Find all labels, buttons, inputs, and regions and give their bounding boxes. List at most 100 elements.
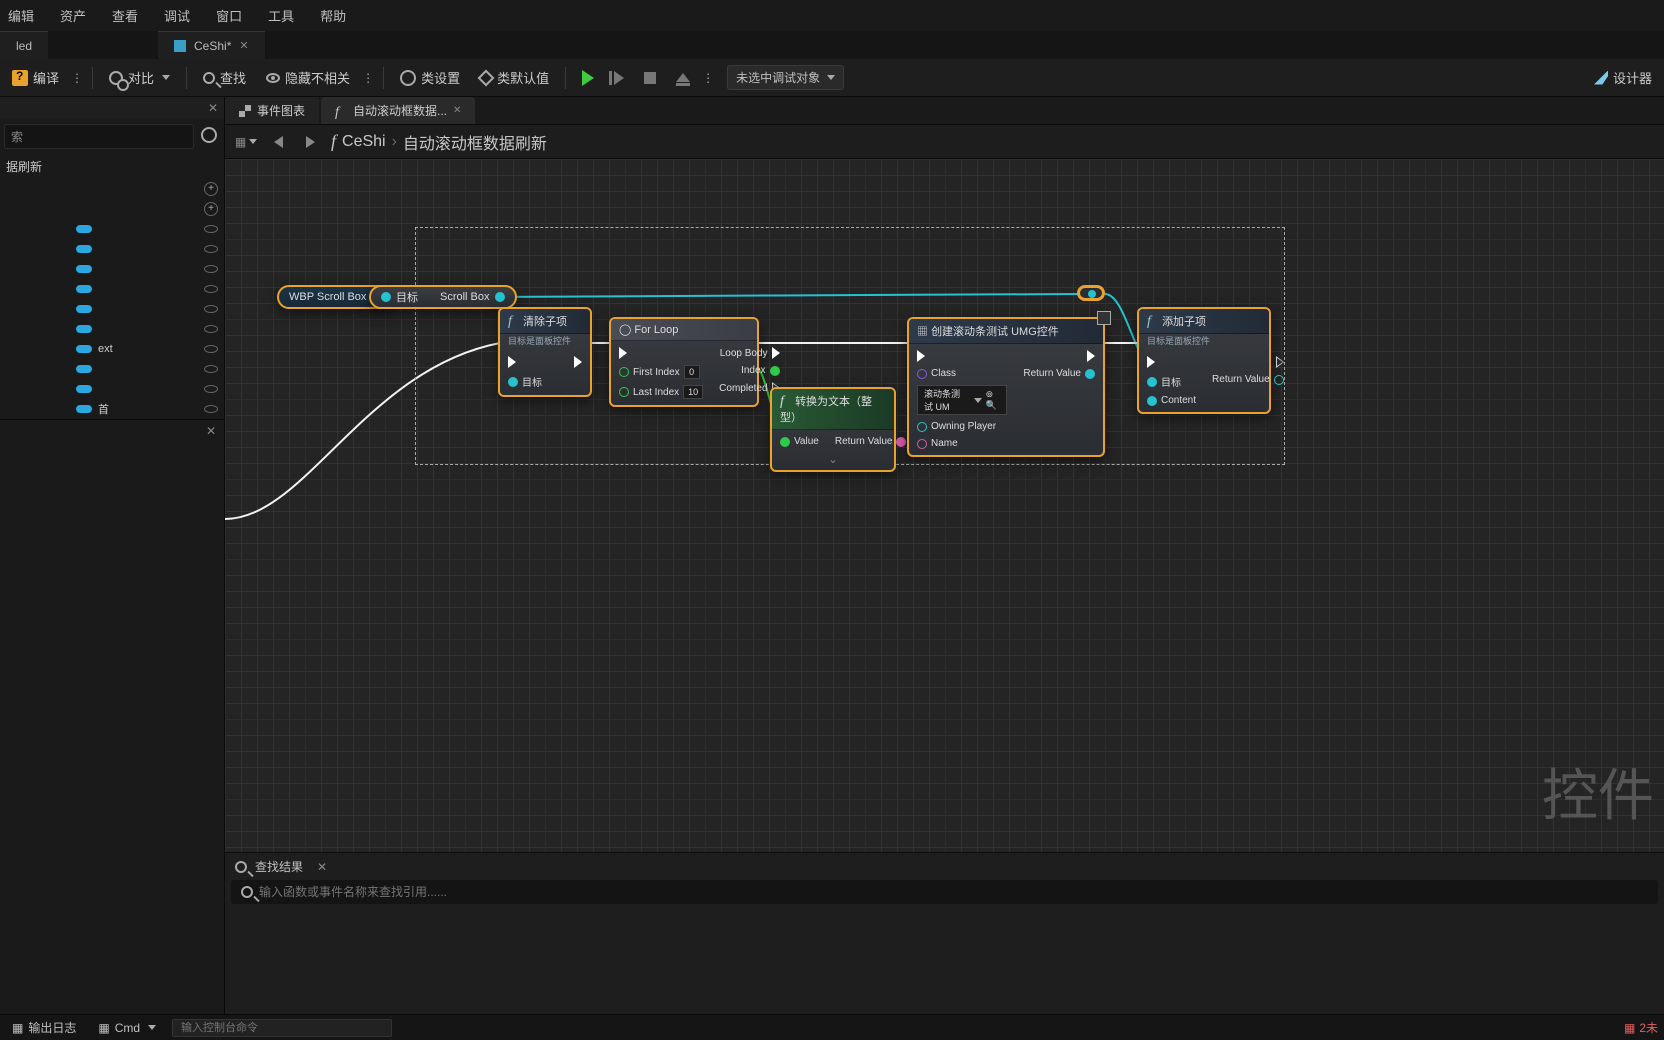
breadcrumb-function[interactable]: 自动滚动框数据刷新 bbox=[403, 130, 547, 154]
visibility-icon[interactable] bbox=[204, 225, 218, 233]
step-button[interactable] bbox=[606, 67, 632, 89]
find-button[interactable]: 查找 bbox=[195, 64, 254, 91]
exec-out-pin[interactable] bbox=[1087, 350, 1095, 362]
variable-row[interactable]: 首 bbox=[0, 399, 224, 419]
debug-target-dropdown[interactable]: 未选中调试对象 bbox=[727, 65, 844, 90]
unsaved-count[interactable]: ▦ 2未 bbox=[1624, 1019, 1658, 1036]
menu-asset[interactable]: 资产 bbox=[58, 4, 88, 27]
exec-in-pin[interactable] bbox=[917, 350, 925, 362]
console-input[interactable] bbox=[172, 1019, 392, 1037]
menu-debug[interactable]: 调试 bbox=[162, 4, 192, 27]
visibility-icon[interactable] bbox=[204, 265, 218, 273]
output-pin[interactable] bbox=[1274, 375, 1284, 385]
exec-in-pin[interactable] bbox=[508, 356, 516, 368]
visibility-icon[interactable] bbox=[204, 305, 218, 313]
add-icon[interactable]: + bbox=[204, 202, 218, 216]
visibility-icon[interactable] bbox=[204, 345, 218, 353]
nav-forward-button[interactable] bbox=[299, 131, 321, 153]
eject-button[interactable] bbox=[668, 69, 698, 86]
search-settings-button[interactable] bbox=[198, 124, 220, 146]
variable-row[interactable] bbox=[0, 319, 224, 339]
visibility-icon[interactable] bbox=[204, 325, 218, 333]
add-icon[interactable]: + bbox=[204, 182, 218, 196]
input-pin[interactable] bbox=[508, 377, 518, 387]
input-pin[interactable] bbox=[1147, 377, 1157, 387]
exec-out-pin[interactable] bbox=[574, 356, 582, 368]
visibility-icon[interactable] bbox=[204, 285, 218, 293]
play-options-button[interactable]: ⋮ bbox=[702, 71, 715, 85]
menu-window[interactable]: 窗口 bbox=[214, 4, 244, 27]
input-pin[interactable] bbox=[917, 422, 927, 432]
variable-row[interactable] bbox=[0, 219, 224, 239]
exec-in-pin[interactable] bbox=[619, 347, 627, 359]
output-log-button[interactable]: ▦ 输出日志 bbox=[6, 1017, 82, 1038]
exec-out-pin[interactable] bbox=[772, 347, 780, 359]
close-panel-icon[interactable]: ✕ bbox=[317, 860, 327, 874]
variable-row[interactable] bbox=[0, 259, 224, 279]
output-pin[interactable] bbox=[896, 437, 906, 447]
compile-button[interactable]: 编译 bbox=[4, 64, 67, 91]
reroute-node[interactable] bbox=[1077, 285, 1105, 301]
close-tab-icon[interactable]: ✕ bbox=[239, 39, 248, 52]
input-pin[interactable] bbox=[917, 369, 927, 379]
class-defaults-button[interactable]: 类默认值 bbox=[472, 64, 557, 91]
variable-row[interactable] bbox=[0, 359, 224, 379]
cmd-dropdown[interactable]: ▦ Cmd bbox=[92, 1019, 162, 1037]
stop-button[interactable] bbox=[636, 68, 664, 88]
visibility-icon[interactable] bbox=[204, 245, 218, 253]
menu-view[interactable]: 查看 bbox=[110, 4, 140, 27]
input-pin[interactable] bbox=[1147, 396, 1157, 406]
output-pin[interactable] bbox=[1085, 369, 1095, 379]
output-pin[interactable] bbox=[495, 292, 505, 302]
collapse-node-icon[interactable] bbox=[1097, 311, 1111, 325]
variable-row[interactable] bbox=[0, 379, 224, 399]
menu-tools[interactable]: 工具 bbox=[266, 4, 296, 27]
variable-row[interactable]: ext bbox=[0, 339, 224, 359]
node-to-text[interactable]: f 转换为文本（整型） Value Return Value ⌄ bbox=[770, 387, 896, 472]
close-tab-icon[interactable]: ✕ bbox=[453, 105, 461, 116]
node-clear-children[interactable]: f 清除子项 目标是面板控件 目标 bbox=[498, 307, 592, 397]
graph-menu-button[interactable]: ▦ bbox=[235, 131, 257, 153]
hide-options-button[interactable]: ⋮ bbox=[362, 71, 375, 85]
hide-unrelated-button[interactable]: 隐藏不相关 bbox=[258, 64, 358, 91]
class-settings-button[interactable]: 类设置 bbox=[392, 64, 468, 91]
node-create-widget[interactable]: ▦ 创建滚动条测试 UMG控件 Class 滚动条测试 UM ⊚ 🔍 Ownin… bbox=[907, 317, 1105, 457]
designer-button[interactable]: 设计器 bbox=[1586, 64, 1660, 91]
search-input[interactable]: 索 bbox=[4, 124, 194, 149]
expand-icon[interactable]: ⌄ bbox=[772, 453, 894, 470]
menu-help[interactable]: 帮助 bbox=[318, 4, 348, 27]
diff-button[interactable]: 对比 bbox=[101, 64, 178, 91]
visibility-icon[interactable] bbox=[204, 365, 218, 373]
file-tab-ceshi[interactable]: CeShi* ✕ bbox=[158, 31, 265, 59]
variable-row[interactable] bbox=[0, 299, 224, 319]
category-row[interactable]: + bbox=[0, 179, 224, 199]
visibility-icon[interactable] bbox=[204, 405, 218, 413]
exec-out-pin[interactable] bbox=[1276, 356, 1284, 368]
variable-row[interactable] bbox=[0, 239, 224, 259]
breadcrumb-object[interactable]: CeShi bbox=[342, 133, 386, 151]
node-target[interactable]: 目标 Scroll Box bbox=[369, 285, 517, 309]
close-panel-icon[interactable]: ✕ bbox=[208, 101, 218, 115]
input-pin[interactable] bbox=[619, 367, 629, 377]
node-for-loop[interactable]: ◯ For Loop First Index0 Last Index10 Loo… bbox=[609, 317, 759, 407]
function-graph-tab[interactable]: f自动滚动框数据...✕ bbox=[321, 97, 475, 124]
input-pin[interactable] bbox=[917, 439, 927, 449]
event-graph-tab[interactable]: 事件图表 bbox=[225, 97, 319, 124]
blueprint-graph-canvas[interactable]: WBP Scroll Box 目标 Scroll Box f 清除子项 目标是面… bbox=[225, 159, 1664, 852]
exec-in-pin[interactable] bbox=[1147, 356, 1155, 368]
input-pin[interactable] bbox=[780, 437, 790, 447]
compile-options-button[interactable]: ⋮ bbox=[71, 71, 84, 85]
class-picker[interactable]: 滚动条测试 UM ⊚ 🔍 bbox=[917, 385, 1007, 415]
category-row[interactable]: + bbox=[0, 199, 224, 219]
close-panel-icon[interactable]: ✕ bbox=[206, 424, 216, 438]
play-button[interactable] bbox=[574, 66, 602, 90]
variable-row[interactable] bbox=[0, 279, 224, 299]
input-pin[interactable] bbox=[619, 387, 629, 397]
visibility-icon[interactable] bbox=[204, 385, 218, 393]
file-tab-untitled[interactable]: led bbox=[0, 31, 48, 59]
function-item[interactable]: 据刷新 bbox=[0, 154, 224, 179]
input-pin[interactable] bbox=[381, 292, 391, 302]
nav-back-button[interactable] bbox=[267, 131, 289, 153]
find-input[interactable] bbox=[259, 885, 1648, 899]
menu-edit[interactable]: 编辑 bbox=[6, 4, 36, 27]
